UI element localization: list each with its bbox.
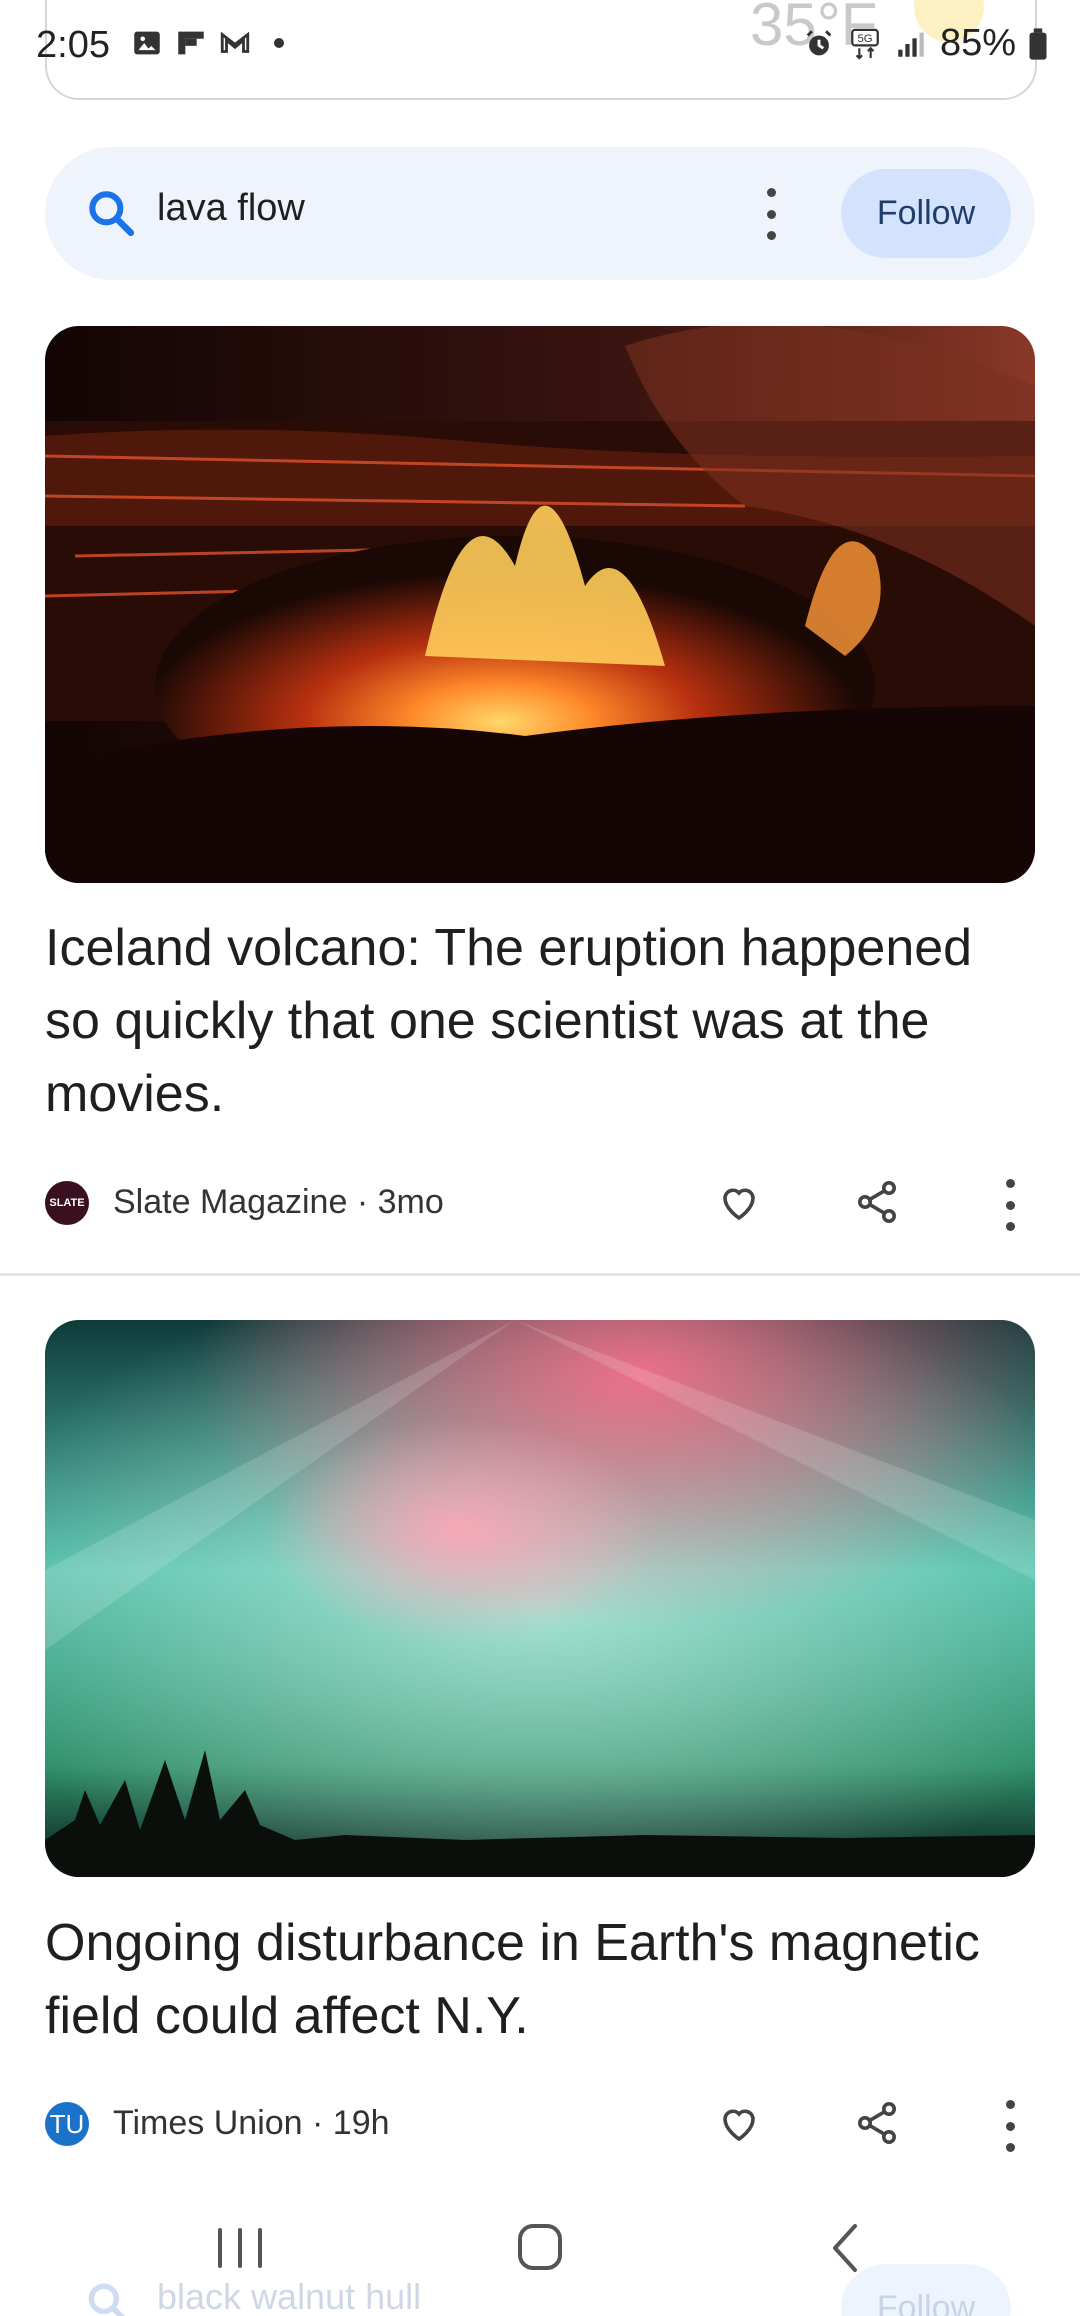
article-image[interactable] [45,326,1035,883]
battery-percent: 85% [939,22,1016,64]
flipboard-icon [178,31,204,55]
article-meta: TU Times Union · 19h [45,2094,1035,2154]
source-logo: TU [45,2102,89,2146]
source-name: Slate Magazine [113,1183,348,1221]
alarm-icon [806,29,832,55]
svg-text:5G: 5G [857,32,872,44]
more-notifications-dot [274,38,284,48]
notification-icons [130,26,284,60]
next-search-query: black walnut hull [157,2276,422,2316]
search-icon[interactable] [83,185,139,241]
network-5g-icon: 5G [851,28,879,60]
search-query[interactable]: lava flow [157,187,305,230]
article-title[interactable]: Iceland volcano: The eruption happened s… [45,912,1035,1131]
volcano-eruption-image [45,326,1035,883]
article-more-options-icon[interactable] [1004,1179,1016,1231]
system-icons: 5G 85% [802,22,1048,65]
topic-search-bar[interactable]: lava flow Follow [45,147,1035,280]
back-icon[interactable] [810,2218,880,2278]
aurora-borealis-image [45,1320,1035,1877]
recent-apps-icon[interactable] [205,2218,275,2278]
search-more-options-icon[interactable] [765,188,777,240]
battery-icon [1029,27,1047,60]
article-more-options-icon[interactable] [1004,2100,1016,2152]
signal-icon [898,32,924,57]
status-time: 2:05 [36,24,110,66]
card-divider [0,1273,1080,1276]
share-icon[interactable] [853,2099,901,2147]
article-age: 19h [332,2104,390,2142]
heart-icon[interactable] [715,1178,763,1226]
status-bar: 35°F 2:05 5G 85% [0,0,1080,100]
article-image[interactable] [45,1320,1035,1877]
navigation-bar: black walnut hull Follow [0,2196,1080,2316]
search-icon [88,2283,126,2316]
share-icon[interactable] [853,1178,901,1226]
gmail-icon [220,31,250,53]
home-icon[interactable] [505,2218,575,2278]
article-age: 3mo [377,1183,444,1221]
source-name: Times Union [113,2104,303,2142]
gallery-icon [134,31,160,55]
heart-icon[interactable] [715,2099,763,2147]
article-source: Times Union · 19h [113,2104,390,2142]
follow-button[interactable]: Follow [841,169,1011,258]
article-title[interactable]: Ongoing disturbance in Earth's magnetic … [45,1907,1035,2053]
article-source: Slate Magazine · 3mo [113,1183,444,1221]
article-meta: SLATE Slate Magazine · 3mo [45,1173,1035,1233]
source-logo: SLATE [45,1181,89,1225]
